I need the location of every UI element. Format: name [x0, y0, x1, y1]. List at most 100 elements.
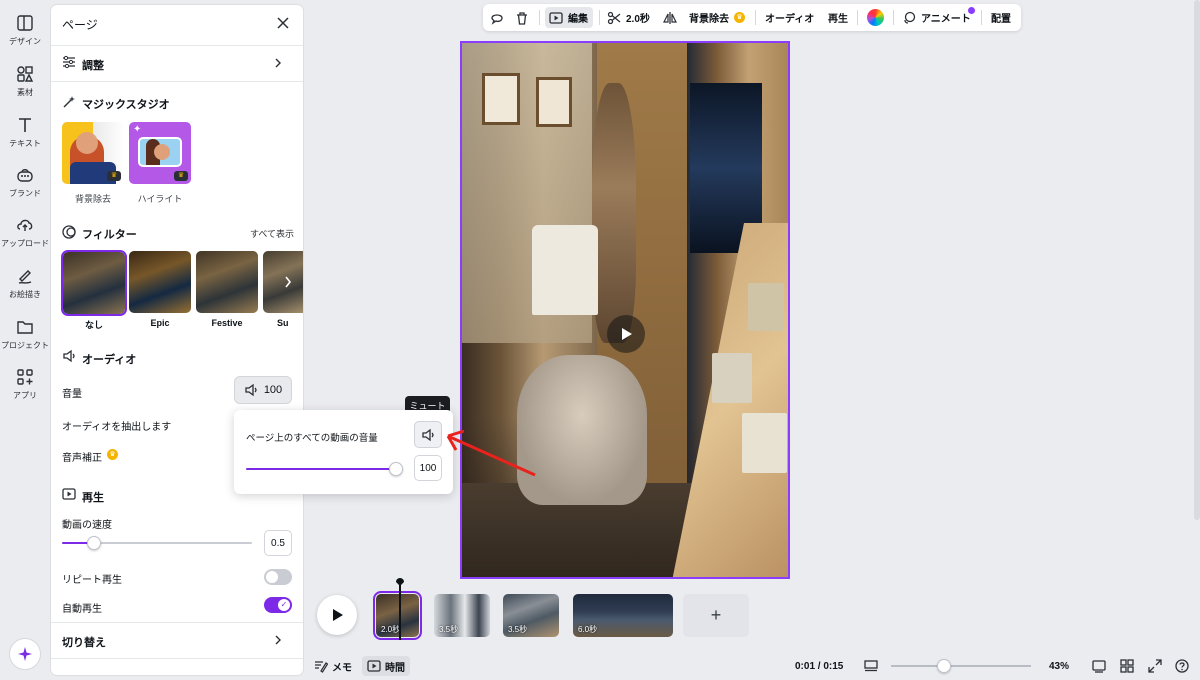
clip-duration: 3.5秒 — [439, 625, 459, 634]
left-rail: デザイン 素材 テキスト ブランド アップロード お絵描き プロジェクト アプリ — [0, 0, 50, 680]
text-icon — [19, 118, 31, 132]
audio-correction-label[interactable]: 音声補正 — [62, 449, 102, 464]
playback-button[interactable]: 再生 — [828, 4, 848, 31]
close-icon[interactable] — [277, 17, 289, 29]
zoom-level[interactable]: 43% — [1049, 656, 1069, 676]
bg-remove-label: 背景除去 — [689, 14, 729, 25]
rail-item-text[interactable]: テキスト — [0, 116, 50, 162]
volume-input[interactable]: 100 — [414, 455, 442, 481]
flip-icon — [663, 11, 677, 24]
notification-dot — [968, 7, 975, 14]
filter-sunny[interactable] — [263, 251, 303, 313]
speed-label: 動画の速度 — [62, 520, 112, 531]
add-page-button[interactable]: + — [683, 594, 749, 637]
color-wheel-icon — [867, 9, 884, 26]
folder-icon — [17, 321, 33, 334]
playhead[interactable] — [399, 584, 401, 640]
edit-button[interactable]: 編集 — [545, 7, 593, 28]
transition-button[interactable]: 切り替え — [62, 634, 106, 650]
pages-button[interactable] — [1092, 656, 1106, 676]
play-icon — [333, 609, 343, 621]
position-button[interactable]: 配置 — [991, 4, 1011, 31]
chevron-right-icon — [275, 58, 281, 68]
volume-button[interactable]: 100 — [234, 376, 292, 404]
sparkle-icon: ✦ — [133, 124, 142, 135]
rail-item-design[interactable]: デザイン — [0, 14, 50, 60]
grid-icon — [1120, 659, 1134, 673]
rail-item-projects[interactable]: プロジェクト — [0, 318, 50, 364]
rail-item-upload[interactable]: アップロード — [0, 216, 50, 262]
play-box-icon — [62, 488, 76, 500]
trim-button[interactable]: 2.0秒 — [607, 4, 650, 31]
divider — [51, 81, 303, 82]
playback-label: 再生 — [828, 14, 848, 25]
filter-none[interactable] — [61, 250, 127, 316]
timeline-play-button[interactable] — [317, 595, 357, 635]
separator — [539, 10, 540, 25]
timer-label: 時間 — [385, 662, 405, 674]
bg-remove-button[interactable]: 背景除去 ♛ — [689, 4, 745, 31]
zoom-slider-handle[interactable] — [937, 659, 951, 673]
timeline-clip[interactable]: 6.0秒 — [573, 594, 673, 637]
chevron-right-icon[interactable] — [284, 276, 292, 288]
speed-input[interactable]: 0.5 — [264, 530, 292, 556]
autoplay-toggle[interactable]: ✓ — [264, 597, 292, 613]
repeat-toggle[interactable] — [264, 569, 292, 585]
flip-button[interactable] — [663, 4, 677, 31]
highlight-thumbnail[interactable]: ✦ ♛ — [129, 122, 191, 184]
filter-icon — [62, 225, 76, 239]
rail-item-draw[interactable]: お絵描き — [0, 267, 50, 313]
repeat-label: リピート再生 — [62, 575, 122, 586]
bg-remove-thumbnail[interactable]: ♛ — [62, 122, 124, 184]
rail-label: アップロード — [1, 239, 49, 248]
notes-label: メモ — [332, 662, 352, 674]
apps-icon — [17, 369, 33, 385]
volume-slider-handle[interactable] — [389, 462, 403, 476]
video-frame-content — [712, 353, 752, 403]
page-view-button[interactable] — [864, 656, 878, 676]
play-icon — [622, 328, 632, 340]
timeline-clip[interactable]: 2.0秒 — [373, 591, 422, 640]
help-button[interactable] — [1175, 656, 1189, 676]
notes-icon — [315, 661, 328, 673]
canvas-scrollbar[interactable] — [1194, 0, 1200, 520]
volume-slider-fill — [246, 468, 396, 470]
timer-button[interactable]: 時間 — [362, 656, 410, 676]
animate-button[interactable]: アニメート — [902, 4, 971, 31]
fullscreen-button[interactable] — [1148, 656, 1162, 676]
crown-icon: ♛ — [734, 12, 745, 23]
delete-button[interactable] — [515, 4, 529, 31]
color-button[interactable] — [867, 4, 884, 31]
adjust-button[interactable]: 調整 — [82, 57, 104, 73]
mute-button[interactable] — [414, 421, 442, 448]
comment-button[interactable] — [490, 4, 504, 31]
video-canvas[interactable] — [460, 41, 790, 579]
filter-festive[interactable] — [196, 251, 258, 313]
separator — [857, 10, 858, 25]
magic-studio-title: マジックスタジオ — [82, 99, 170, 111]
timeline-clip[interactable]: 3.5秒 — [503, 594, 559, 637]
audio-button[interactable]: オーディオ — [765, 4, 814, 31]
video-play-button[interactable] — [607, 315, 645, 353]
speaker-icon — [63, 349, 75, 363]
grid-view-button[interactable] — [1120, 656, 1134, 676]
context-toolbar: 編集 2.0秒 背景除去 ♛ オーディオ 再生 アニメート 配置 — [483, 4, 1021, 31]
brand-icon — [17, 169, 33, 182]
zoom-slider-track[interactable] — [891, 665, 1031, 667]
filter-epic[interactable] — [129, 251, 191, 313]
divider — [51, 622, 303, 623]
timeline-clip[interactable]: 3.5秒 — [434, 594, 490, 637]
rail-item-elements[interactable]: 素材 — [0, 65, 50, 111]
show-all-link[interactable]: すべて表示 — [250, 227, 294, 240]
rail-item-brand[interactable]: ブランド — [0, 166, 50, 212]
notes-button[interactable]: メモ — [314, 656, 352, 676]
pages-icon — [1092, 660, 1106, 673]
rail-item-apps[interactable]: アプリ — [0, 368, 50, 414]
magic-assistant-button[interactable] — [9, 638, 41, 670]
extract-audio-button[interactable]: オーディオを抽出します — [62, 418, 171, 433]
help-icon — [1175, 659, 1189, 673]
speaker-icon — [245, 383, 257, 397]
comment-add-icon — [491, 13, 503, 25]
speed-slider-handle[interactable] — [87, 536, 101, 550]
upload-cloud-icon — [17, 219, 33, 231]
